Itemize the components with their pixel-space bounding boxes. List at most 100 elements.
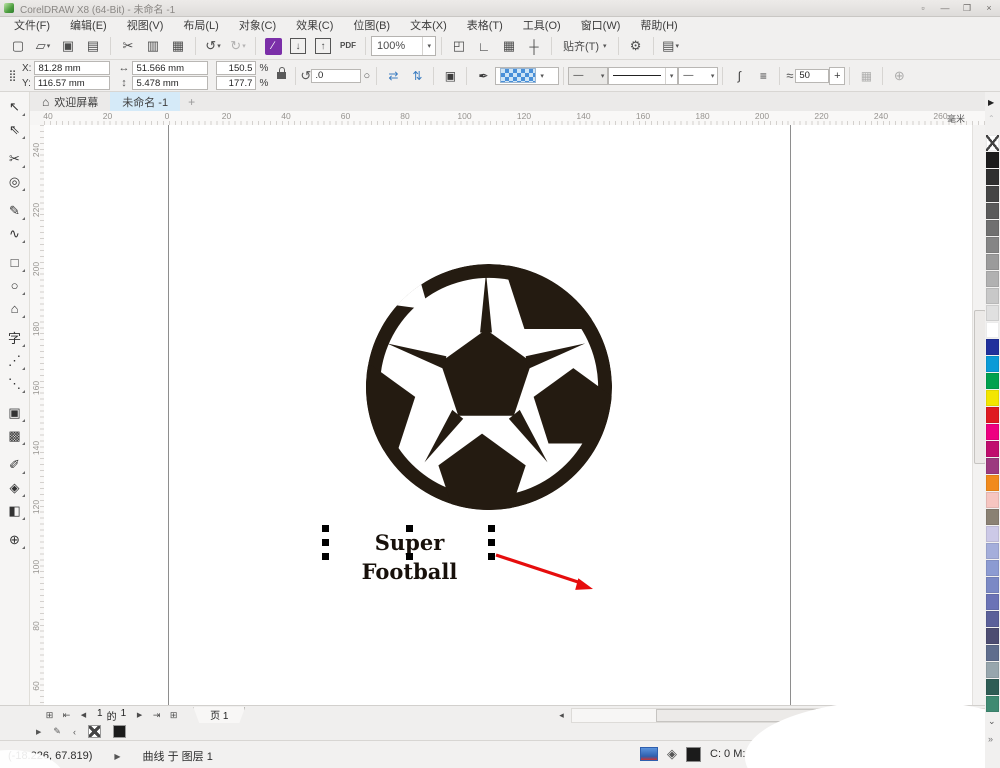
palette-expand-button[interactable]: » xyxy=(988,734,993,744)
palette-flyout-button[interactable]: ▶ xyxy=(988,98,994,107)
palette-scroll-down-button[interactable]: ⌄ xyxy=(988,716,996,727)
spline-tool[interactable]: ∿ xyxy=(3,222,27,245)
menu-item[interactable]: 对象(C) xyxy=(229,17,286,33)
page-tab[interactable]: 页 1 xyxy=(193,706,246,724)
last-page-button[interactable]: ⇥ xyxy=(149,708,164,723)
new-document-button[interactable]: ▢ xyxy=(6,35,30,57)
selection-handle-w[interactable] xyxy=(322,539,329,546)
color-swatch[interactable] xyxy=(986,305,999,321)
selection-handle-n[interactable] xyxy=(406,525,413,532)
vertical-scrollbar[interactable] xyxy=(972,125,986,705)
color-swatch[interactable] xyxy=(986,220,999,236)
color-swatch[interactable] xyxy=(986,526,999,542)
save-button[interactable]: ▣ xyxy=(56,35,80,57)
snap-to-dropdown[interactable]: 贴齐(T) ▾ xyxy=(557,38,613,54)
color-swatch[interactable] xyxy=(986,424,999,440)
no-color-swatch[interactable] xyxy=(87,725,101,738)
scroll-left-button[interactable]: ◂ xyxy=(554,708,569,723)
color-swatch[interactable] xyxy=(986,628,999,644)
outline-width-dropdown[interactable]: — ▾ xyxy=(678,66,719,85)
ellipse-tool[interactable]: ○ xyxy=(3,274,27,297)
color-swatch[interactable] xyxy=(986,560,999,576)
color-swatch[interactable] xyxy=(986,356,999,372)
feedback-icon[interactable]: ▫ xyxy=(912,1,934,16)
doc-palette-scroll-left[interactable]: ‹ xyxy=(73,727,76,737)
color-swatch[interactable] xyxy=(986,339,999,355)
rectangle-tool[interactable]: □ xyxy=(3,251,27,274)
menu-item[interactable]: 工具(O) xyxy=(513,17,571,33)
color-swatch[interactable] xyxy=(986,390,999,406)
show-rulers-button[interactable]: ∟ xyxy=(472,35,496,57)
menu-item[interactable]: 编辑(E) xyxy=(60,17,117,33)
export-button[interactable]: ↑ xyxy=(311,35,335,57)
fullscreen-preview-button[interactable]: ◰ xyxy=(447,35,471,57)
outline-style-dropdown[interactable]: ▾ xyxy=(608,66,679,85)
selection-handle-ne[interactable] xyxy=(488,525,495,532)
color-swatch[interactable] xyxy=(986,254,999,270)
freehand-tool[interactable]: ✎ xyxy=(3,199,27,222)
color-swatch[interactable] xyxy=(986,543,999,559)
lock-ratio-icon[interactable] xyxy=(277,67,287,79)
import-button[interactable]: ↓ xyxy=(286,35,310,57)
selection-handle-s[interactable] xyxy=(406,553,413,560)
previous-page-button[interactable]: ◀ xyxy=(76,708,91,723)
undo-button[interactable]: ↺ ▾ xyxy=(201,35,225,57)
text-tool[interactable]: 字 xyxy=(3,326,27,349)
fill-picker-dropdown[interactable]: ▾ xyxy=(495,66,560,85)
palette-scroll-up-button[interactable]: ⌃ xyxy=(988,114,995,123)
color-swatch[interactable] xyxy=(986,322,999,338)
menu-item[interactable]: 视图(V) xyxy=(117,17,174,33)
outline-pen-icon[interactable]: ✒ xyxy=(471,65,495,87)
smoothness-field[interactable]: 50 xyxy=(795,68,830,83)
menu-item[interactable]: 效果(C) xyxy=(286,17,343,33)
add-page-button[interactable]: ⊞ xyxy=(166,708,181,723)
launcher-dropdown[interactable]: ▤ ▾ xyxy=(659,35,683,57)
color-swatch[interactable] xyxy=(986,594,999,610)
add-page-button[interactable]: ⊞ xyxy=(42,708,57,723)
minimize-button[interactable]: — xyxy=(934,1,956,16)
color-swatch[interactable] xyxy=(986,152,999,168)
color-swatch[interactable] xyxy=(986,441,999,457)
color-swatch[interactable] xyxy=(986,237,999,253)
object-height-field[interactable]: 5.478 mm xyxy=(132,76,209,90)
object-width-field[interactable]: 51.566 mm xyxy=(132,61,209,75)
color-swatch[interactable] xyxy=(986,203,999,219)
mirror-vertical-button[interactable]: ⇅ xyxy=(405,65,429,87)
dimension-tool[interactable]: ⋰ xyxy=(3,349,27,372)
drawing-canvas[interactable]: Super Football xyxy=(44,125,972,705)
smart-fill-tool[interactable]: ◧ xyxy=(3,499,27,522)
color-swatch[interactable] xyxy=(986,662,999,678)
menu-item[interactable]: 表格(T) xyxy=(457,17,513,33)
mirror-horizontal-button[interactable]: ⇄ xyxy=(381,65,405,87)
polygon-tool[interactable]: ⌂ xyxy=(3,297,27,320)
color-swatch[interactable] xyxy=(986,696,999,712)
new-tab-button[interactable]: + xyxy=(180,92,203,111)
color-swatch[interactable] xyxy=(986,645,999,661)
color-swatch[interactable] xyxy=(986,288,999,304)
first-page-button[interactable]: ⇤ xyxy=(59,708,74,723)
paste-button[interactable]: ▦ xyxy=(166,35,190,57)
menu-item[interactable]: 文件(F) xyxy=(4,17,60,33)
show-grid-button[interactable]: ▦ xyxy=(497,35,521,57)
color-swatch[interactable] xyxy=(986,577,999,593)
y-position-field[interactable]: 116.57 mm xyxy=(33,76,110,90)
soccer-ball-graphic[interactable] xyxy=(365,263,613,511)
publish-pdf-button[interactable]: PDF xyxy=(336,35,360,57)
selection-handle-nw[interactable] xyxy=(322,525,329,532)
zoom-tool[interactable]: ◎ xyxy=(3,170,27,193)
vertical-ruler[interactable]: 240 220 200 180 160 140 120 100 80 60 xyxy=(30,125,45,705)
add-properties-button[interactable]: ⊕ xyxy=(887,65,911,87)
eyedropper-small-icon[interactable]: ✎ xyxy=(53,726,61,737)
color-swatch[interactable] xyxy=(986,186,999,202)
rotation-angle-field[interactable]: .0 xyxy=(311,68,362,83)
status-flyout-button[interactable]: ▶ xyxy=(114,752,120,761)
start-arrowhead-dropdown[interactable]: — ▾ xyxy=(568,66,609,85)
search-content-button[interactable]: ∕ xyxy=(261,35,285,57)
color-swatch[interactable] xyxy=(986,492,999,508)
x-position-field[interactable]: 81.28 mm xyxy=(34,61,111,75)
selection-handle-e[interactable] xyxy=(488,539,495,546)
doc-palette-flyout-button[interactable]: ▶ xyxy=(36,728,41,736)
shadow-tool[interactable]: ▣ xyxy=(3,401,27,424)
crop-tool[interactable]: ✂ xyxy=(3,147,27,170)
selected-text-object[interactable]: Super Football xyxy=(322,525,495,584)
